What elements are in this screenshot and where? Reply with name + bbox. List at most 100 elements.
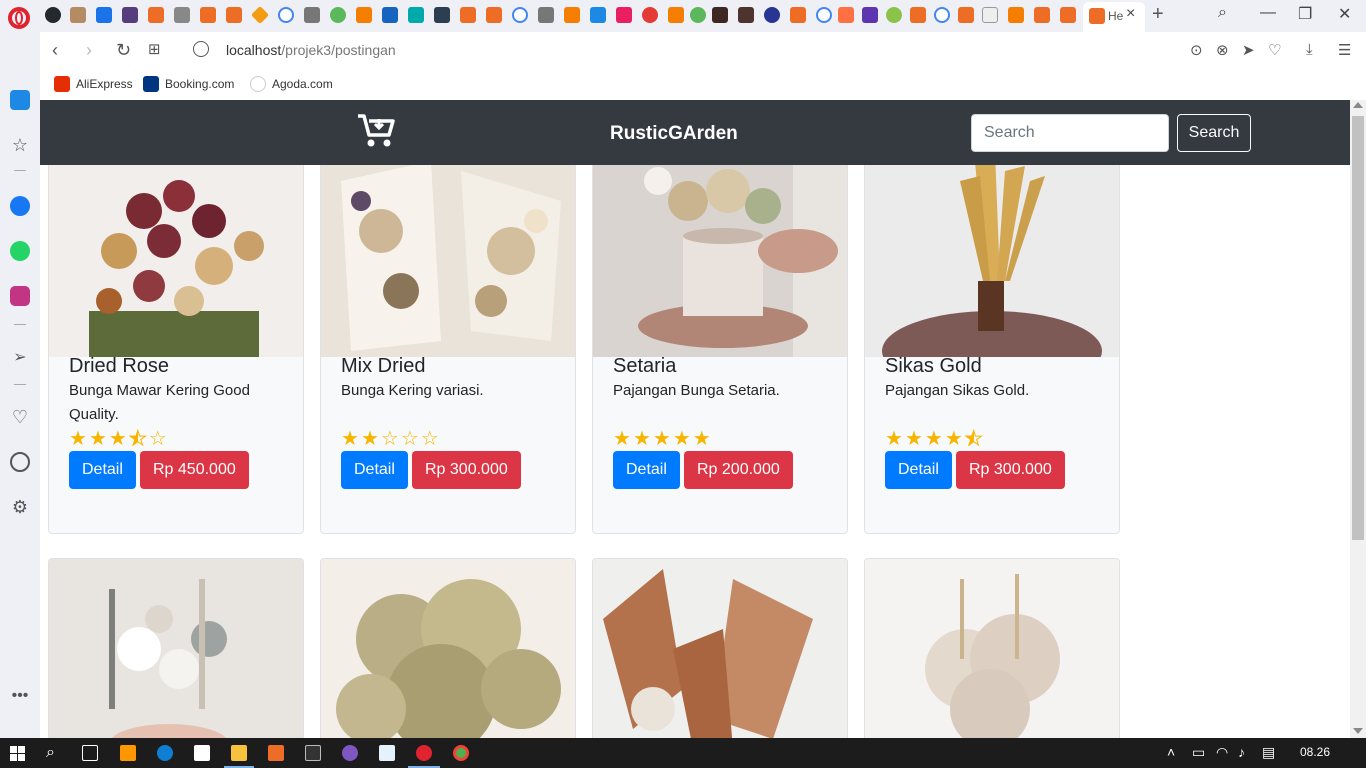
price-button[interactable]: Rp 300.000 (412, 451, 521, 489)
tray-chevron-icon[interactable]: ˄ (1167, 744, 1175, 760)
taskbar-clock[interactable]: 08.26 (1300, 745, 1330, 759)
search-button[interactable]: Search (1177, 114, 1251, 152)
forward-icon[interactable]: › (86, 40, 92, 61)
notepad-icon[interactable] (194, 745, 210, 761)
detail-button[interactable]: Detail (885, 451, 952, 489)
tab-search-icon[interactable]: ⌕ (1218, 4, 1227, 22)
file-explorer-icon[interactable] (231, 745, 247, 761)
tab-favicon-doc-icon[interactable] (304, 7, 320, 23)
tab-favicon-xampp-icon[interactable] (486, 7, 502, 23)
new-tab-plus-icon[interactable]: + (1152, 3, 1164, 26)
chrome-icon[interactable] (453, 745, 469, 761)
url-field[interactable]: localhost/projek3/postingan (226, 42, 396, 58)
bookmark-booking[interactable]: Booking.com (143, 76, 234, 92)
scroll-down-arrow-icon[interactable] (1353, 728, 1363, 734)
heart-icon[interactable]: ♡ (10, 407, 30, 427)
tab-favicon-icon[interactable] (642, 7, 658, 23)
windows-start-icon[interactable] (10, 746, 25, 761)
whatsapp-icon[interactable] (10, 241, 30, 261)
tab-favicon-google-icon[interactable] (934, 7, 950, 23)
cart-download-icon[interactable] (356, 113, 396, 149)
sublime-text-icon[interactable] (120, 745, 136, 761)
history-clock-icon[interactable] (10, 452, 30, 472)
tab-favicon-icon[interactable] (764, 7, 780, 23)
tab-favicon-google-icon[interactable] (278, 7, 294, 23)
tab-favicon-xampp-icon[interactable] (790, 7, 806, 23)
send-icon[interactable]: ➤ (1242, 41, 1255, 59)
task-view-icon[interactable] (82, 745, 98, 761)
tab-favicon-doc-icon[interactable] (538, 7, 554, 23)
detail-button[interactable]: Detail (613, 451, 680, 489)
notification-icon[interactable]: ▤ (1262, 744, 1275, 761)
detail-button[interactable]: Detail (341, 451, 408, 489)
send-arrow-icon[interactable]: ➢ (10, 347, 30, 367)
more-dots-icon[interactable]: ••• (10, 687, 30, 707)
xampp-icon[interactable] (268, 745, 284, 761)
tab-favicon-xampp-icon[interactable] (958, 7, 974, 23)
site-info-globe-icon[interactable] (193, 41, 209, 57)
battery-icon[interactable]: ▭ (1192, 744, 1205, 761)
tab-favicon-diamond-icon[interactable] (250, 5, 270, 25)
reload-icon[interactable]: ↻ (116, 40, 131, 61)
search-magnifier-icon[interactable]: ⌕ (46, 744, 55, 762)
scroll-up-arrow-icon[interactable] (1353, 102, 1363, 108)
tab-favicon-blogger-icon[interactable] (1008, 7, 1024, 23)
edge-icon[interactable] (157, 745, 173, 761)
home-icon[interactable] (10, 90, 30, 110)
tab-favicon-icon[interactable] (886, 7, 902, 23)
tab-favicon-bootstrap-icon[interactable] (122, 7, 138, 23)
minimize-icon[interactable]: — (1260, 4, 1276, 22)
tab-favicon-xampp-icon[interactable] (1034, 7, 1050, 23)
tab-favicon-xampp-icon[interactable] (200, 7, 216, 23)
price-button[interactable]: Rp 300.000 (956, 451, 1065, 489)
opera-logo-icon[interactable] (8, 7, 30, 29)
settings-gear-icon[interactable]: ⚙ (10, 497, 30, 517)
tab-favicon-flag-icon[interactable] (96, 7, 112, 23)
instagram-icon[interactable] (10, 286, 30, 306)
restore-icon[interactable]: ❐ (1298, 4, 1312, 24)
bookmark-agoda[interactable]: Agoda.com (250, 76, 333, 92)
tab-favicon-blogger-icon[interactable] (356, 7, 372, 23)
terminal-icon[interactable] (305, 745, 321, 761)
active-tab[interactable]: He × (1083, 2, 1145, 32)
volume-icon[interactable]: ♪ (1238, 744, 1245, 760)
bookmark-aliexpress[interactable]: AliExpress (54, 76, 133, 92)
site-brand[interactable]: RusticGArden (610, 123, 738, 145)
tab-favicon-grid-icon[interactable] (174, 7, 190, 23)
tab-favicon-icon[interactable] (434, 7, 450, 23)
wifi-icon[interactable]: ◠ (1216, 744, 1228, 761)
tab-favicon-icon[interactable] (616, 7, 632, 23)
tab-favicon-google-icon[interactable] (816, 7, 832, 23)
tab-favicon-google-icon[interactable] (512, 7, 528, 23)
close-window-icon[interactable]: ✕ (1338, 4, 1351, 24)
tab-favicon-icon[interactable] (738, 7, 754, 23)
tab-favicon-xampp-icon[interactable] (1060, 7, 1076, 23)
search-input[interactable] (971, 114, 1169, 152)
tab-favicon-icon[interactable] (982, 7, 998, 23)
tab-favicon-icon[interactable] (382, 7, 398, 23)
tab-favicon-leaf-icon[interactable] (690, 7, 706, 23)
snapshot-camera-icon[interactable]: ⊙ (1190, 41, 1203, 59)
tab-favicon-xampp-icon[interactable] (226, 7, 242, 23)
messenger-icon[interactable] (10, 196, 30, 216)
tab-favicon-xampp-icon[interactable] (460, 7, 476, 23)
detail-button[interactable]: Detail (69, 451, 136, 489)
tab-close-icon[interactable]: × (1126, 5, 1135, 23)
tab-favicon-xampp-icon[interactable] (910, 7, 926, 23)
speed-dial-grid-icon[interactable]: ⊞ (148, 40, 161, 58)
tab-favicon-blogger-icon[interactable] (668, 7, 684, 23)
tab-favicon-xampp-icon[interactable] (148, 7, 164, 23)
back-icon[interactable]: ‹ (52, 40, 58, 61)
tab-favicon-blogger-icon[interactable] (564, 7, 580, 23)
tab-favicon-icon[interactable] (70, 7, 86, 23)
document-icon[interactable] (379, 745, 395, 761)
price-button[interactable]: Rp 450.000 (140, 451, 249, 489)
price-button[interactable]: Rp 200.000 (684, 451, 793, 489)
scrollbar-thumb[interactable] (1352, 116, 1364, 540)
tab-favicon-github-icon[interactable] (45, 7, 61, 23)
tab-favicon-leaf-icon[interactable] (330, 7, 346, 23)
bookmark-heart-icon[interactable]: ♡ (1268, 41, 1281, 59)
tracker-blocker-icon[interactable]: ⊗ (1216, 41, 1229, 59)
tab-favicon-icon[interactable] (408, 7, 424, 23)
easy-setup-icon[interactable]: ☰ (1338, 41, 1351, 59)
